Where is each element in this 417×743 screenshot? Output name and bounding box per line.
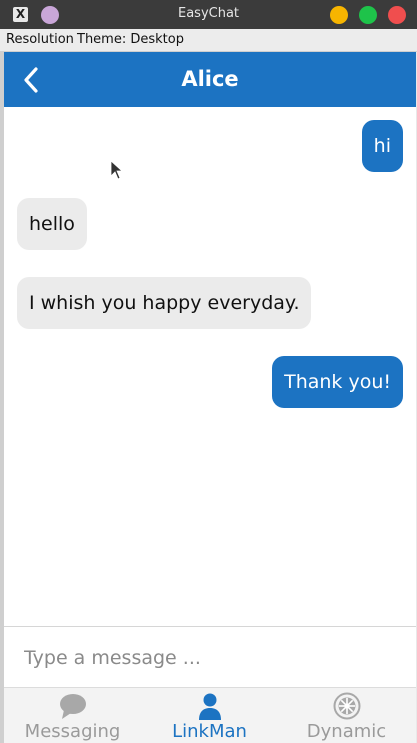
tab-messaging[interactable]: Messaging bbox=[4, 688, 141, 743]
message-bubble: I whish you happy everyday. bbox=[17, 277, 312, 329]
menu-resolution[interactable]: Resolution bbox=[6, 32, 74, 47]
tab-label: Messaging bbox=[24, 721, 121, 742]
message-composer bbox=[4, 626, 416, 688]
chat-app: Alice hi hello I whish you happy everyda… bbox=[4, 52, 416, 743]
menubar: Resolution Theme: Desktop bbox=[0, 29, 417, 52]
tab-linkman[interactable]: LinkMan bbox=[141, 688, 278, 743]
message-bubble: hello bbox=[17, 198, 87, 250]
chat-header: Alice bbox=[4, 52, 416, 107]
window-title: EasyChat bbox=[177, 6, 240, 21]
mouse-cursor-icon bbox=[110, 160, 124, 180]
tab-label: Dynamic bbox=[306, 721, 387, 742]
tab-label: LinkMan bbox=[172, 721, 247, 742]
bottom-tab-bar: Messaging LinkMan Dynamic bbox=[4, 687, 416, 743]
message-bubble: hi bbox=[361, 120, 403, 172]
menu-theme[interactable]: Theme: Desktop bbox=[77, 32, 184, 47]
person-icon bbox=[198, 693, 221, 720]
aperture-icon bbox=[333, 692, 360, 720]
chat-bubble-icon bbox=[59, 694, 86, 719]
minimize-button[interactable] bbox=[330, 6, 348, 24]
tab-dynamic[interactable]: Dynamic bbox=[278, 688, 415, 743]
message-bubble: Thank you! bbox=[272, 356, 403, 408]
message-input[interactable] bbox=[22, 641, 406, 675]
window-titlebar: X EasyChat bbox=[0, 0, 417, 29]
contact-name: Alice bbox=[181, 67, 239, 91]
maximize-button[interactable] bbox=[359, 6, 377, 24]
close-button[interactable] bbox=[388, 6, 406, 24]
